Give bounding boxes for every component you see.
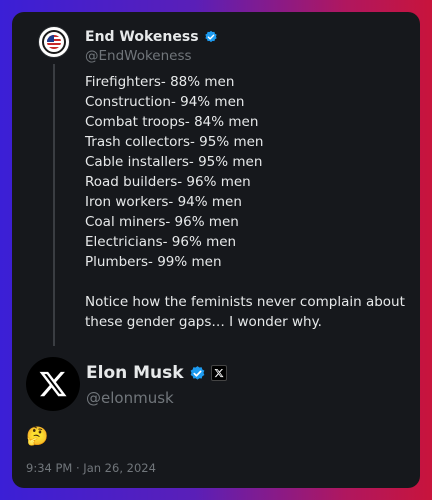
flag-icon — [47, 35, 61, 49]
stat-line: Combat troops- 84% men — [85, 114, 259, 130]
post-card: End Wokeness @EndWokeness Firefighters- … — [12, 12, 420, 488]
quoted-author-name-text[interactable]: End Wokeness — [85, 29, 199, 45]
stat-line: Plumbers- 99% men — [85, 254, 222, 270]
stat-line: Trash collectors- 95% men — [85, 134, 264, 150]
reply-author-name-text[interactable]: Elon Musk — [86, 363, 184, 383]
quoted-post-text: Firefighters- 88% men Construction- 94% … — [85, 72, 410, 332]
stat-line: Road builders- 96% men — [85, 174, 251, 190]
quoted-author-name[interactable]: End Wokeness — [85, 29, 218, 45]
stat-line: Construction- 94% men — [85, 94, 245, 110]
x-logo-icon — [214, 368, 224, 378]
end-wokeness-avatar[interactable] — [38, 26, 70, 58]
x-affiliation-badge-icon[interactable] — [210, 365, 227, 381]
stat-line: Iron workers- 94% men — [85, 194, 242, 210]
stat-line: Cable installers- 95% men — [85, 154, 263, 170]
reply-author-handle[interactable]: @elonmusk — [86, 389, 174, 407]
stat-line: Firefighters- 88% men — [85, 74, 235, 90]
thread-line — [53, 64, 55, 346]
reply-author-name[interactable]: Elon Musk — [86, 363, 227, 383]
verified-badge-icon — [204, 30, 217, 43]
stat-line: Electricians- 96% men — [85, 234, 237, 250]
stat-line: Coal miners- 96% men — [85, 214, 239, 230]
verified-badge-icon — [190, 365, 204, 380]
x-logo-icon — [39, 371, 67, 397]
elon-musk-avatar[interactable] — [26, 357, 80, 411]
reply-text: 🤔 — [26, 426, 49, 447]
closing-paragraph: Notice how the feminists never complain … — [85, 294, 405, 330]
post-timestamp[interactable]: 9:34 PM · Jan 26, 2024 — [26, 461, 156, 475]
quoted-author-handle[interactable]: @EndWokeness — [85, 48, 192, 64]
